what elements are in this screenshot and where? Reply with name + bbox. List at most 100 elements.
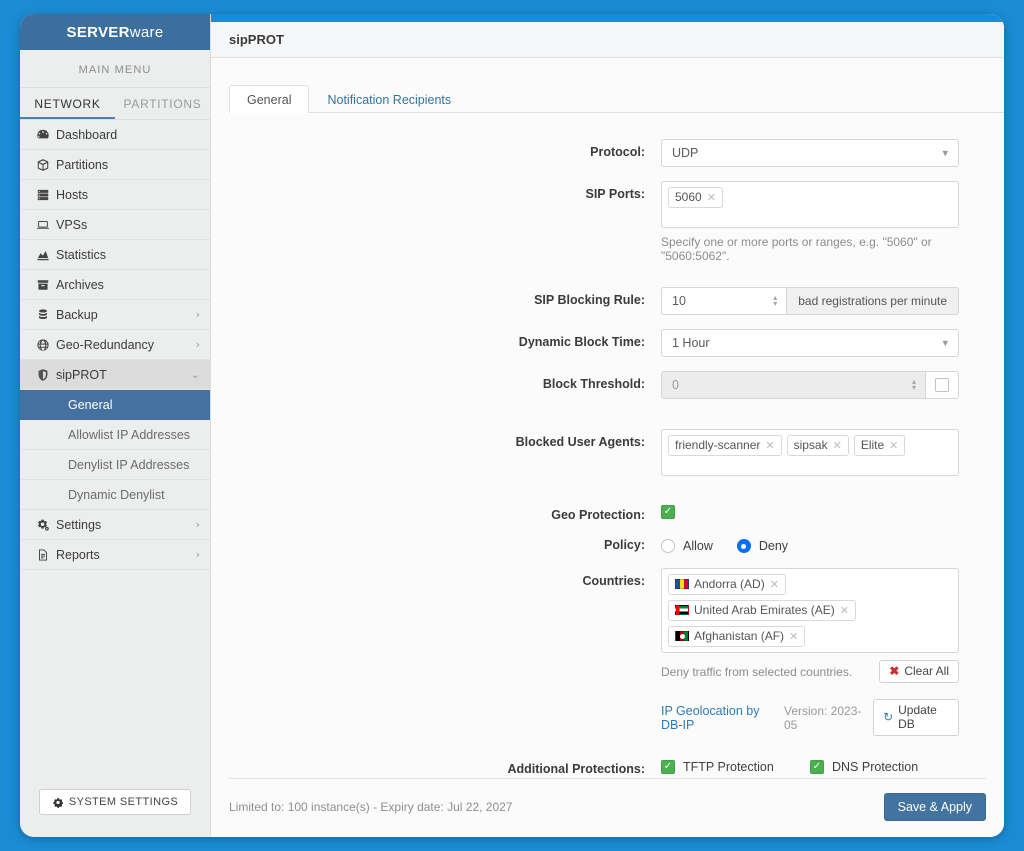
system-settings-wrap: SYSTEM SETTINGS: [20, 789, 210, 837]
block-threshold-checkbox[interactable]: [935, 378, 949, 392]
brand-strong: SERVER: [67, 24, 130, 41]
protocol-select[interactable]: UDP ▾: [661, 139, 959, 167]
sidebar-item-label: Backup: [56, 308, 196, 322]
chevron-down-icon: ▾: [942, 147, 948, 160]
dns-protection-line: ✓ DNS Protection: [810, 756, 959, 778]
sidebar-item-label: sipPROT: [56, 368, 191, 382]
sidebar-nav-secondary: Settings › Reports ›: [20, 510, 210, 570]
block-threshold-group: 0 ▴▾: [661, 371, 959, 399]
panel-footer: Limited to: 100 instance(s) - Expiry dat…: [229, 778, 986, 837]
document-icon: [36, 548, 56, 562]
update-db-button[interactable]: ↻ Update DB: [873, 699, 959, 736]
clear-all-button[interactable]: ✖ Clear All: [879, 660, 959, 683]
close-icon[interactable]: ✕: [833, 439, 842, 452]
tftp-protection-label: TFTP Protection: [683, 760, 774, 774]
tab-notification-recipients[interactable]: Notification Recipients: [309, 85, 469, 113]
tab-bar: General Notification Recipients: [229, 84, 1004, 113]
additional-protections-label: Additional Protections:: [211, 756, 661, 776]
sidebar-item-sipprot[interactable]: sipPROT ⌄: [20, 360, 210, 390]
row-geo-protection: Geo Protection: ✓: [211, 502, 959, 522]
check-icon: ✓: [664, 507, 672, 517]
policy-radio-deny[interactable]: [737, 539, 751, 553]
globe-icon: [36, 338, 56, 352]
tftp-protection-checkbox[interactable]: ✓: [661, 760, 675, 774]
tag[interactable]: United Arab Emirates (AE) ✕: [668, 600, 856, 621]
dashboard-icon: [36, 128, 56, 142]
check-icon: ✓: [813, 762, 821, 772]
sidebar-spacer: [20, 570, 210, 789]
system-settings-button[interactable]: SYSTEM SETTINGS: [39, 789, 191, 815]
sidebar-item-label: Geo-Redundancy: [56, 338, 196, 352]
sidebar-item-partitions[interactable]: Partitions: [20, 150, 210, 180]
sidebar-item-reports[interactable]: Reports ›: [20, 540, 210, 570]
license-info: Limited to: 100 instance(s) - Expiry dat…: [229, 800, 512, 814]
close-icon[interactable]: ✕: [889, 439, 898, 452]
tag-label: Andorra (AD): [694, 577, 765, 591]
tab-general[interactable]: General: [229, 85, 309, 113]
sidebar-item-dynamic-denylist[interactable]: Dynamic Denylist: [20, 480, 210, 510]
block-threshold-input[interactable]: 0 ▴▾: [661, 371, 926, 399]
laptop-icon: [36, 218, 56, 232]
sidebar-item-backup[interactable]: Backup ›: [20, 300, 210, 330]
tag[interactable]: Andorra (AD) ✕: [668, 574, 786, 595]
tag-label: 5060: [675, 190, 702, 204]
row-dynamic-block-time: Dynamic Block Time: 1 Hour ▾: [211, 329, 959, 357]
tag[interactable]: Elite ✕: [854, 435, 906, 456]
countries-hint: Deny traffic from selected countries.: [661, 665, 852, 679]
close-icon[interactable]: ✕: [789, 630, 798, 643]
close-icon[interactable]: ✕: [770, 578, 779, 591]
countries-tagbox[interactable]: Andorra (AD) ✕ United Arab Emirates (AE)…: [661, 568, 959, 653]
close-icon[interactable]: ✕: [707, 191, 716, 204]
dns-protection-checkbox[interactable]: ✓: [810, 760, 824, 774]
policy-allow-label: Allow: [683, 539, 713, 553]
sip-blocking-rule-input[interactable]: 10 ▴▾: [661, 287, 787, 315]
refresh-icon: ↻: [883, 710, 893, 724]
shield-icon: [36, 368, 56, 382]
close-icon[interactable]: ✕: [765, 439, 774, 452]
sidebar-caret: ›: [196, 518, 200, 531]
policy-deny-label: Deny: [759, 539, 788, 553]
sidebar-item-settings[interactable]: Settings ›: [20, 510, 210, 540]
server-stack-icon: [36, 188, 56, 202]
ip-geolocation-link[interactable]: IP Geolocation by DB-IP: [661, 704, 784, 732]
tag[interactable]: Afghanistan (AF) ✕: [668, 626, 805, 647]
sidebar-item-archives[interactable]: Archives: [20, 270, 210, 300]
sidebar-tabs: NETWORK PARTITIONS: [20, 88, 210, 120]
sidebar-item-geo-redundancy[interactable]: Geo-Redundancy ›: [20, 330, 210, 360]
policy-radio-group: Allow Deny: [661, 532, 959, 560]
stepper-icon[interactable]: ▴▾: [912, 379, 916, 391]
sidebar-tab-partitions[interactable]: PARTITIONS: [115, 88, 210, 119]
tag[interactable]: sipsak ✕: [787, 435, 849, 456]
block-threshold-addon: [926, 371, 959, 399]
sidebar-item-hosts[interactable]: Hosts: [20, 180, 210, 210]
sidebar-item-dashboard[interactable]: Dashboard: [20, 120, 210, 150]
dynamic-block-time-select[interactable]: 1 Hour ▾: [661, 329, 959, 357]
sip-blocking-rule-addon: bad registrations per minute: [787, 287, 959, 315]
tag[interactable]: 5060 ✕: [668, 187, 723, 208]
flag-icon-ae: [675, 605, 689, 615]
tag[interactable]: friendly-scanner ✕: [668, 435, 782, 456]
blocked-user-agents-control: friendly-scanner ✕ sipsak ✕ Elite ✕: [661, 429, 959, 476]
policy-radio-allow[interactable]: [661, 539, 675, 553]
sip-blocking-rule-group: 10 ▴▾ bad registrations per minute: [661, 287, 959, 315]
block-threshold-label: Block Threshold:: [211, 371, 661, 391]
save-apply-button[interactable]: Save & Apply: [884, 793, 986, 821]
clear-all-label: Clear All: [904, 664, 949, 678]
geo-protection-checkbox[interactable]: ✓: [661, 505, 675, 519]
countries-label: Countries:: [211, 568, 661, 588]
sidebar-tab-network[interactable]: NETWORK: [20, 88, 115, 119]
sidebar-item-allowlist-ip-addresses[interactable]: Allowlist IP Addresses: [20, 420, 210, 450]
blocked-user-agents-tagbox[interactable]: friendly-scanner ✕ sipsak ✕ Elite ✕: [661, 429, 959, 476]
sidebar-caret: ›: [196, 308, 200, 321]
top-accent-strip: [211, 14, 1004, 22]
sidebar-item-statistics[interactable]: Statistics: [20, 240, 210, 270]
stepper-icon[interactable]: ▴▾: [773, 295, 777, 307]
sidebar-item-general[interactable]: General: [20, 390, 210, 420]
sip-ports-tagbox[interactable]: 5060 ✕: [661, 181, 959, 228]
page-title: sipPROT: [211, 22, 1004, 58]
sidebar-item-vpss[interactable]: VPSs: [20, 210, 210, 240]
sidebar-item-denylist-ip-addresses[interactable]: Denylist IP Addresses: [20, 450, 210, 480]
policy-control: Allow Deny: [661, 532, 959, 560]
row-block-threshold: Block Threshold: 0 ▴▾: [211, 371, 959, 399]
close-icon[interactable]: ✕: [840, 604, 849, 617]
